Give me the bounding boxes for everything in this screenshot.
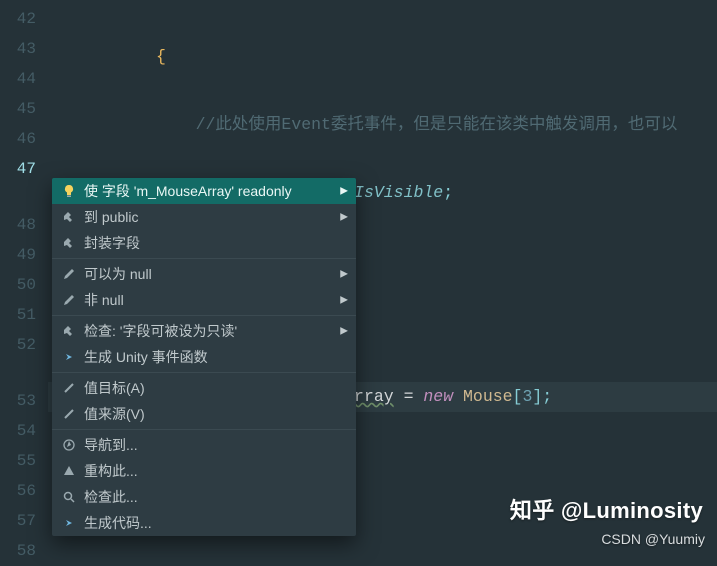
bracket: [ (513, 387, 523, 406)
line-number-gutter: 4243444546474849505152535455565758 (0, 0, 48, 555)
gen-icon (60, 514, 78, 532)
menu-separator (52, 429, 356, 430)
chevron-right-icon: ▶ (340, 269, 348, 280)
menu-item-label: 值来源(V) (84, 404, 348, 424)
slash-icon (60, 379, 78, 397)
slash-icon (60, 405, 78, 423)
line-number: 43 (6, 34, 36, 64)
menu-item[interactable]: 重构此... (52, 458, 356, 484)
menu-item-label: 到 public (84, 207, 348, 227)
menu-item-label: 非 null (84, 290, 348, 310)
menu-item-label: 可以为 null (84, 264, 348, 284)
menu-item[interactable]: 生成代码... (52, 510, 356, 536)
hammer-icon (60, 322, 78, 340)
semicolon: ; (443, 183, 453, 202)
line-number: 56 (6, 476, 36, 506)
chevron-right-icon: ▶ (340, 186, 348, 197)
line-number: 52 (6, 330, 36, 360)
hammer-icon (60, 234, 78, 252)
menu-item-label: 值目标(A) (84, 378, 348, 398)
mag-icon (60, 488, 78, 506)
menu-item-label: 生成代码... (84, 513, 348, 533)
menu-item[interactable]: 导航到... (52, 432, 356, 458)
menu-item-label: 检查: '字段可被设为只读' (84, 321, 348, 341)
line-number: 45 (6, 94, 36, 124)
chevron-right-icon: ▶ (340, 326, 348, 337)
watermark-csdn: CSDN @Yuumiy (601, 531, 705, 547)
menu-item[interactable]: 封装字段 (52, 230, 356, 256)
type-mouse: Mouse (463, 387, 513, 406)
line-number: 49 (6, 240, 36, 270)
menu-item[interactable]: 值目标(A) (52, 375, 356, 401)
chevron-right-icon: ▶ (340, 295, 348, 306)
menu-item[interactable]: 检查此... (52, 484, 356, 510)
bulb-icon (60, 182, 78, 200)
menu-item-label: 封装字段 (84, 233, 348, 253)
menu-separator (52, 258, 356, 259)
menu-item[interactable]: 检查: '字段可被设为只读'▶ (52, 318, 356, 344)
line-number: 44 (6, 64, 36, 94)
number-3: 3 (522, 387, 532, 406)
menu-item-label: 导航到... (84, 435, 348, 455)
hammer-icon (60, 208, 78, 226)
context-menu[interactable]: 使 字段 'm_MouseArray' readonly▶到 public▶封装… (52, 178, 356, 536)
line-number: 48 (6, 210, 36, 240)
chevron-right-icon: ▶ (340, 212, 348, 223)
line-number: 47 (6, 154, 36, 184)
line-number: 54 (6, 416, 36, 446)
compass-icon (60, 436, 78, 454)
menu-item-label: 重构此... (84, 461, 348, 481)
menu-item[interactable]: 使 字段 'm_MouseArray' readonly▶ (52, 178, 356, 204)
line-number: 53 (6, 386, 36, 416)
line-number (6, 184, 36, 210)
pencil-icon (60, 265, 78, 283)
pencil-icon (60, 291, 78, 309)
brace-open: { (156, 47, 166, 66)
semicolon: ; (542, 387, 552, 406)
line-number: 42 (6, 4, 36, 34)
line-number: 55 (6, 446, 36, 476)
menu-item[interactable]: 非 null▶ (52, 287, 356, 313)
tri-icon (60, 462, 78, 480)
menu-item-label: 使 字段 'm_MouseArray' readonly (84, 181, 348, 201)
menu-item-label: 生成 Unity 事件函数 (84, 347, 348, 367)
menu-item[interactable]: 生成 Unity 事件函数 (52, 344, 356, 370)
bracket: ] (532, 387, 542, 406)
line-number (6, 360, 36, 386)
keyword-new: new (423, 387, 453, 406)
menu-item-label: 检查此... (84, 487, 348, 507)
line-number: 51 (6, 300, 36, 330)
menu-separator (52, 372, 356, 373)
comment: //此处使用Event委托事件，但是只能在该类中触发调用，也可以 (196, 115, 678, 134)
line-number: 58 (6, 536, 36, 566)
line-number: 50 (6, 270, 36, 300)
watermark-zhihu: 知乎 @Luminosity (510, 493, 703, 525)
gen-icon (60, 348, 78, 366)
menu-item[interactable]: 可以为 null▶ (52, 261, 356, 287)
line-number: 57 (6, 506, 36, 536)
menu-item[interactable]: 到 public▶ (52, 204, 356, 230)
menu-item[interactable]: 值来源(V) (52, 401, 356, 427)
line-number: 46 (6, 124, 36, 154)
menu-separator (52, 315, 356, 316)
